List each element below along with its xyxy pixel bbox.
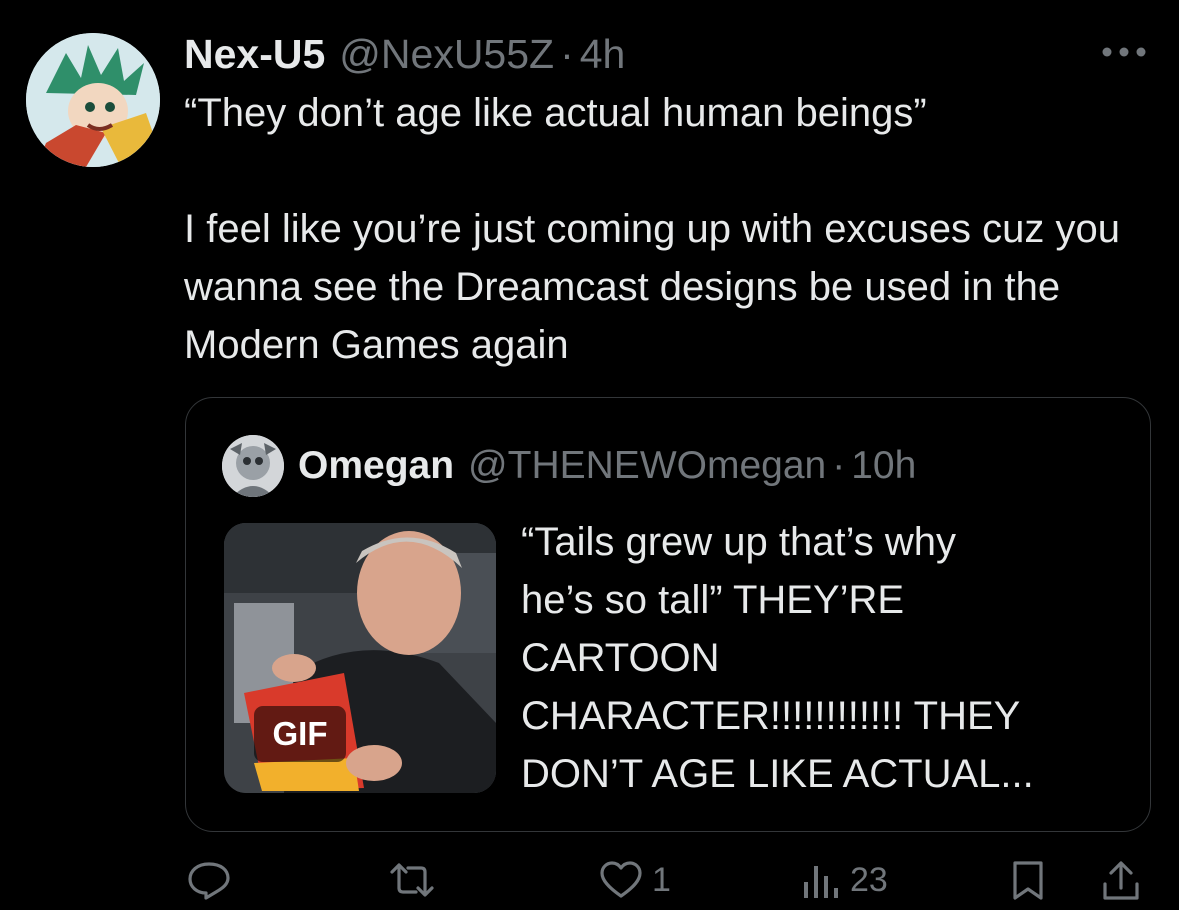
more-options-button[interactable] [1098, 35, 1150, 69]
share-button[interactable] [1100, 860, 1142, 902]
reply-button[interactable] [186, 860, 232, 900]
action-bar: 1 23 [0, 850, 1179, 910]
share-icon [1103, 861, 1139, 900]
quote-header: Omegan @THENEWOmegan · 10h [298, 441, 916, 491]
heart-icon [600, 861, 642, 898]
quote-timestamp[interactable]: 10h [851, 444, 916, 488]
tweet-header: Nex-U5 @NexU55Z · 4h [184, 30, 625, 78]
retweet-icon [390, 863, 434, 897]
like-count: 1 [652, 861, 671, 899]
views-count: 23 [850, 861, 888, 899]
quote-avatar-image [222, 435, 284, 497]
gif-badge: GIF [254, 706, 346, 762]
quote-separator-dot: · [832, 444, 846, 487]
bookmark-icon [1013, 861, 1043, 900]
tweet-text-paragraph2: I feel like you’re just coming up with e… [184, 207, 1120, 367]
separator-dot: · [560, 30, 574, 77]
quote-author-avatar[interactable] [222, 435, 284, 497]
avatar-image [26, 33, 160, 167]
tweet-text: “They don’t age like actual human beings… [184, 84, 1164, 374]
quoted-tweet[interactable]: Omegan @THENEWOmegan · 10h GIF “Tails gr… [185, 397, 1151, 832]
quote-author-handle[interactable]: @THENEWOmegan [468, 444, 826, 488]
quote-text: “Tails grew up that’s why he’s so tall” … [521, 520, 1034, 796]
author-avatar[interactable] [26, 33, 160, 167]
tweet-text-line1: “They don’t age like actual human beings… [184, 91, 927, 135]
like-button[interactable]: 1 [598, 860, 671, 900]
gif-media[interactable]: GIF [224, 523, 496, 793]
more-horizontal-icon [1102, 47, 1146, 57]
quote-author-name[interactable]: Omegan [298, 444, 454, 488]
retweet-button[interactable] [388, 860, 436, 900]
bookmark-button[interactable] [1010, 860, 1046, 902]
author-name[interactable]: Nex-U5 [184, 31, 325, 78]
tweet-timestamp[interactable]: 4h [580, 31, 626, 78]
views-button[interactable]: 23 [800, 860, 888, 900]
author-handle[interactable]: @NexU55Z [339, 31, 554, 78]
analytics-icon [804, 866, 838, 898]
reply-icon [188, 862, 230, 900]
